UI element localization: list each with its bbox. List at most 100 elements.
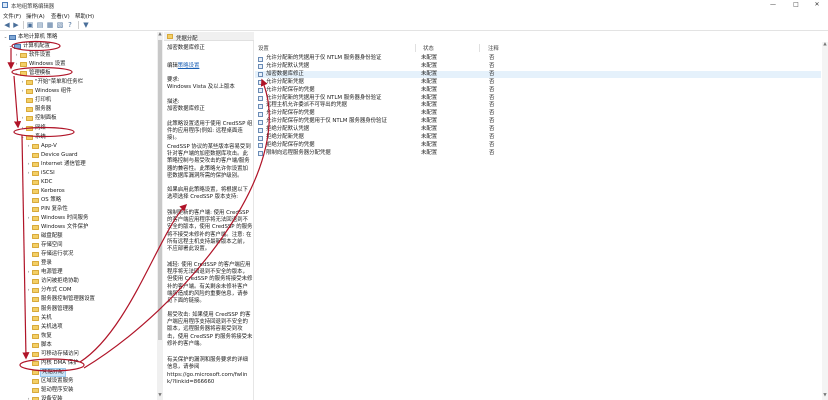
- chevron-right-icon[interactable]: ›: [26, 396, 31, 400]
- folder-icon: [26, 80, 33, 86]
- tree-node-label: Internet 通信管理: [41, 160, 86, 167]
- chevron-right-icon[interactable]: ›: [26, 269, 31, 276]
- chevron-right-icon[interactable]: ›: [26, 161, 31, 168]
- folder-icon: [32, 161, 39, 167]
- policy-state: 未配置: [421, 86, 438, 93]
- description-body-3: 如果启用此策略设置，将根据以下选项选择 CredSSP 版本支持:: [167, 187, 248, 201]
- chevron-right-icon[interactable]: ›: [20, 79, 25, 86]
- folder-icon: [32, 369, 39, 375]
- tree-node-label: 分布式 COM: [41, 287, 72, 294]
- app-icon: [2, 2, 8, 8]
- chevron-right-icon[interactable]: ›: [14, 61, 19, 68]
- folder-icon: [32, 270, 39, 276]
- tree-node-label: 管理模板: [29, 70, 51, 77]
- tree-node-label: 系统: [35, 133, 46, 140]
- description-header: 凭据分配: [164, 32, 254, 42]
- description-header-title: 凭据分配: [176, 35, 198, 42]
- description-body-1: 此策略设置适用于使用 CredSSP 组件的应用程序(例如: 远程桌面连接)。: [167, 121, 253, 142]
- chevron-right-icon[interactable]: ›: [20, 125, 25, 132]
- folder-icon: [32, 297, 39, 303]
- tree-node-label: 驱动程序安装: [41, 386, 74, 393]
- policy-row[interactable]: 允许分配新的凭据用于仅 NTLM 服务器身份验证 未配置 否: [255, 55, 821, 63]
- scroll-down-icon[interactable]: ▼: [157, 393, 163, 398]
- title-bar: 本地组策略编辑器 — □ ✕: [0, 0, 828, 10]
- tree-node-label: 本地计算机 策略: [18, 34, 58, 40]
- chevron-right-icon[interactable]: ›: [20, 115, 25, 122]
- policy-setting-icon: [258, 103, 263, 109]
- maximize-button[interactable]: □: [785, 0, 807, 10]
- chevron-down-icon[interactable]: ⌄: [14, 70, 19, 77]
- policy-row[interactable]: 允许分配保存的凭据用于仅 NTLM 服务器身份验证 未配置 否: [255, 118, 821, 126]
- up-icon[interactable]: ▣: [26, 21, 34, 29]
- tree-node-label: Kerberos: [41, 187, 65, 194]
- policy-state: 未配置: [421, 55, 438, 61]
- folder-icon: [32, 225, 39, 231]
- policy-row[interactable]: 允许分配保存的凭据 未配置 否: [255, 110, 821, 118]
- tree-node-label: "开始"菜单和任务栏: [35, 79, 84, 86]
- folder-icon: [26, 116, 33, 122]
- policy-row[interactable]: 拒绝分配新凭据 未配置 否: [255, 134, 821, 142]
- forward-icon[interactable]: ▶: [12, 21, 20, 29]
- policy-row[interactable]: 允许分配新凭据 未配置 否: [255, 79, 821, 87]
- menu-bar: 文件(F) 操作(A) 查看(V) 帮助(H): [0, 10, 828, 20]
- folder-icon: [20, 71, 27, 77]
- list-scroll-down-icon[interactable]: ▼: [822, 393, 828, 398]
- policy-row[interactable]: 允许分配保存的凭据 未配置 否: [255, 87, 821, 95]
- close-button[interactable]: ✕: [806, 0, 828, 10]
- chevron-right-icon[interactable]: ›: [26, 170, 31, 177]
- tree-node-label: PIN 复杂性: [41, 205, 68, 212]
- policy-setting-icon: [258, 72, 263, 78]
- edit-policy-line: 编辑策略设置: [167, 63, 253, 70]
- folder-icon: [32, 243, 39, 249]
- chevron-right-icon[interactable]: ›: [14, 52, 19, 59]
- tree-node-label: 关机选项: [41, 323, 63, 330]
- chevron-down-icon[interactable]: ⌄: [3, 34, 8, 41]
- list-scrollbar[interactable]: ▲ ▼: [822, 42, 828, 400]
- policy-state: 未配置: [421, 141, 438, 148]
- folder-icon: [20, 53, 27, 59]
- folder-icon: [32, 206, 39, 212]
- policy-row[interactable]: 拒绝分配保存的凭据 未配置 否: [255, 142, 821, 150]
- edit-policy-link[interactable]: 策略设置: [178, 63, 200, 69]
- description-body-6: 易受攻击: 如果使用 CredSSP 的客户端应用程序支持回退到不安全的版本，远…: [167, 312, 253, 347]
- chevron-down-icon[interactable]: ⌄: [20, 134, 25, 141]
- folder-icon: [32, 315, 39, 321]
- description-body-4: 强制更新的客户端: 使用 CredSSP 的客户端应用程序将无法回退到不安全的版…: [167, 210, 253, 253]
- minimize-button[interactable]: —: [762, 0, 784, 10]
- policy-row[interactable]: 远程主机允许委派不可导出的凭据 未配置 否: [255, 102, 821, 110]
- chevron-right-icon[interactable]: ›: [20, 88, 25, 95]
- folder-icon: [32, 197, 39, 203]
- policy-row[interactable]: 允许分配默认凭据 未配置 否: [255, 63, 821, 71]
- policy-comment: 否: [489, 141, 495, 148]
- tree-node-label: 恢复: [41, 332, 52, 339]
- chevron-right-icon[interactable]: ›: [26, 215, 31, 222]
- folder-icon: [32, 378, 39, 384]
- folder-icon: [32, 324, 39, 330]
- chevron-right-icon[interactable]: ›: [26, 287, 31, 294]
- properties-icon[interactable]: ▦: [46, 21, 54, 29]
- policy-row[interactable]: 拒绝分配默认凭据 未配置 否: [255, 126, 821, 134]
- filter-icon[interactable]: ▼: [82, 21, 90, 29]
- tree-scrollbar-thumb[interactable]: [158, 40, 162, 340]
- tree-node-label: 服务器管理器: [41, 305, 74, 312]
- chevron-down-icon[interactable]: ⌄: [8, 43, 13, 50]
- export-icon[interactable]: ▧: [56, 21, 64, 29]
- edit-prefix: 编辑: [167, 63, 178, 69]
- policy-setting-icon: [258, 96, 263, 101]
- tree-node-label: 计算机配置: [23, 43, 50, 50]
- scroll-up-icon[interactable]: ▲: [157, 32, 163, 37]
- policy-row[interactable]: 加密数据库修正 未配置 否: [255, 70, 821, 79]
- policy-state: 未配置: [421, 149, 438, 156]
- back-icon[interactable]: ◀: [3, 21, 11, 29]
- settings-list: 允许分配新的凭据用于仅 NTLM 服务器身份验证 未配置否允许分配默认凭据 未配置否…: [255, 42, 828, 400]
- policy-state: 未配置: [421, 102, 438, 109]
- list-scroll-up-icon[interactable]: ▲: [822, 42, 828, 47]
- help-icon[interactable]: ?: [66, 21, 74, 29]
- description-link[interactable]: https://go.microsoft.com/fwlink/?linkid=…: [167, 372, 253, 386]
- show-hide-tree-icon[interactable]: ▤: [36, 21, 44, 29]
- tree-scrollbar[interactable]: ▲ ▼: [157, 32, 163, 400]
- policy-row[interactable]: 限制向远程服务器分配凭据 未配置 否: [255, 150, 821, 158]
- description-text: 加密数据库修正: [167, 106, 205, 112]
- description-body-7: 有关保护的漏洞和服务要求的详细信息，请参阅: [167, 357, 248, 371]
- chevron-right-icon[interactable]: ›: [26, 143, 31, 150]
